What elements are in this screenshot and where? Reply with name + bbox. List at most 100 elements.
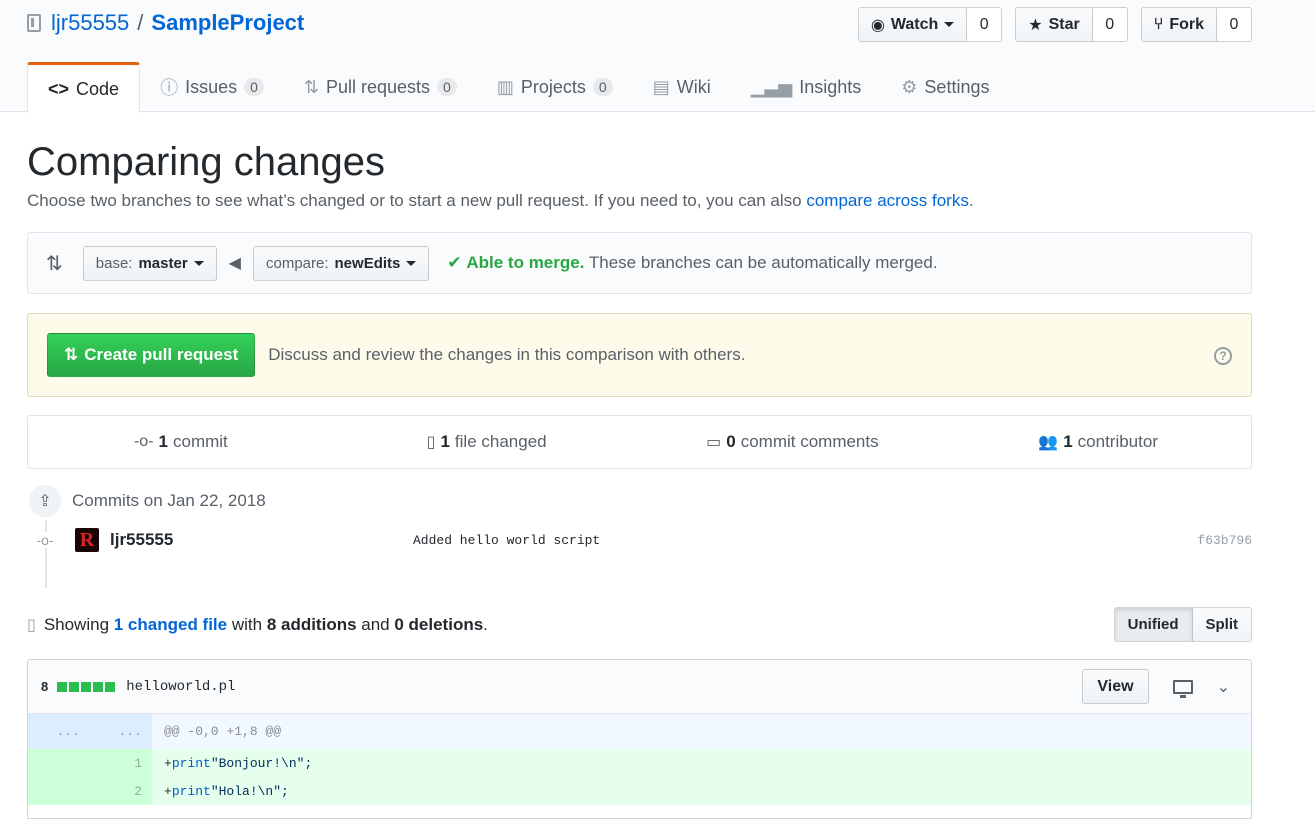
watch-button[interactable]: ◉ Watch	[858, 8, 968, 41]
fork-button-group: ⑂ Fork 0	[1140, 7, 1252, 42]
fork-icon: ⑂	[1153, 15, 1164, 33]
create-pull-request-button[interactable]: ⇅ Create pull request	[47, 333, 256, 377]
comments-label: commit comments	[740, 432, 879, 451]
hunk-header-row: ... ... @@ -0,0 +1,8 @@	[28, 714, 1251, 749]
hunk-expand-right[interactable]: ...	[90, 714, 152, 749]
base-branch-select[interactable]: base: master	[82, 245, 217, 281]
tab-issues-label: Issues	[185, 76, 238, 97]
summary-commits[interactable]: -o- 1 commit	[28, 416, 334, 468]
commit-icon: -o-	[133, 433, 154, 450]
toc-with: with	[227, 614, 267, 634]
help-icon[interactable]: ?	[1214, 347, 1232, 365]
issue-icon: ⓘ	[160, 78, 179, 98]
star-button[interactable]: ★ Star	[1016, 8, 1093, 41]
graph-icon: ▁▃▅	[750, 76, 793, 97]
summary-files[interactable]: ▯ 1 file changed	[334, 416, 640, 468]
comments-count: 0	[726, 432, 736, 451]
diffstat-block	[57, 681, 68, 692]
summary-contributors[interactable]: 👥 1 contributor	[945, 416, 1251, 468]
pull-request-icon: ⇅	[64, 345, 79, 364]
commit-group-date: Commits on Jan 22, 2018	[72, 491, 266, 510]
repo-owner-link[interactable]: ljr55555	[51, 10, 129, 36]
create-pr-label: Create pull request	[84, 345, 239, 364]
pr-description: Discuss and review the changes in this c…	[268, 345, 746, 364]
compare-branch-select[interactable]: compare: newEdits	[252, 245, 430, 281]
deletions-count: 0 deletions	[394, 614, 484, 634]
fork-button[interactable]: ⑂ Fork	[1141, 8, 1217, 41]
check-icon: ✔	[447, 253, 462, 272]
toc-end: .	[483, 614, 488, 634]
summary-comments[interactable]: ▭ 0 commit comments	[640, 416, 946, 468]
chevron-down-icon[interactable]: ⌄	[1217, 677, 1230, 697]
view-file-button[interactable]: View	[1082, 669, 1149, 704]
watch-count[interactable]: 0	[967, 8, 1002, 41]
new-line-number[interactable]: 1	[90, 749, 152, 777]
caret-down-icon	[193, 260, 204, 266]
unified-button[interactable]: Unified	[1114, 608, 1193, 641]
code-keyword: print	[171, 783, 211, 799]
file-header: 8 helloworld.pl View ⌄	[28, 660, 1251, 714]
additions-count: 8 additions	[266, 614, 357, 634]
code-keyword: print	[171, 755, 211, 771]
file-diff-icon: ▯	[426, 434, 436, 451]
commits-label: commit	[173, 432, 228, 451]
repo-name-link[interactable]: SampleProject	[151, 10, 304, 36]
fork-count[interactable]: 0	[1217, 8, 1251, 41]
tab-code[interactable]: <> Code	[27, 62, 141, 113]
merge-status: ✔ Able to merge. These branches can be a…	[447, 253, 937, 273]
commit-author-link[interactable]: ljr55555	[110, 530, 173, 550]
compare-forks-link[interactable]: compare across forks	[806, 191, 969, 210]
comment-icon: ▭	[706, 434, 722, 451]
caret-down-icon	[944, 22, 955, 27]
tab-insights[interactable]: ▁▃▅ Insights	[731, 62, 882, 112]
repo-actions: ◉ Watch 0 ★ Star 0 ⑂ Fork 0	[857, 7, 1252, 42]
split-button[interactable]: Split	[1192, 608, 1251, 641]
eye-icon: ◉	[870, 16, 885, 34]
tab-projects-label: Projects	[520, 76, 586, 97]
tab-code-label: Code	[76, 78, 120, 99]
pulls-counter: 0	[437, 78, 457, 96]
files-count: 1	[440, 432, 450, 451]
issues-counter: 0	[244, 78, 264, 96]
file-diff: 8 helloworld.pl View ⌄ ... ... @@ -0,0 +…	[27, 659, 1252, 819]
new-line-number[interactable]: 2	[90, 777, 152, 805]
tab-insights-label: Insights	[799, 76, 862, 97]
diff-line: 2 + print "Hola!\n";	[28, 777, 1251, 805]
diff-line: 1 + print "Bonjour!\n";	[28, 749, 1251, 777]
diff-code: + print "Hola!\n";	[152, 777, 1251, 805]
git-compare-icon[interactable]: ⇅	[46, 251, 63, 276]
file-name-link[interactable]: helloworld.pl	[126, 679, 235, 695]
changed-files-link[interactable]: 1 changed file	[114, 615, 227, 634]
repo-push-icon: ⇪	[27, 483, 63, 519]
tab-issues[interactable]: ⓘ Issues 0	[140, 62, 284, 112]
code-string: "Hola!\n";	[210, 783, 289, 799]
tab-pull-requests[interactable]: ⇅ Pull requests 0	[284, 62, 477, 112]
compare-label: compare:	[265, 254, 329, 272]
star-icon: ★	[1028, 16, 1043, 34]
diff-summary: Showing 1 changed file with 8 additions …	[44, 615, 488, 635]
diffstat-block	[93, 681, 104, 692]
file-actions: View ⌄	[1082, 669, 1238, 704]
tab-wiki[interactable]: ▤ Wiki	[633, 62, 731, 112]
tab-settings-label: Settings	[924, 76, 990, 97]
compare-branch-name: newEdits	[334, 254, 401, 272]
diff-toc: ▯ Showing 1 changed file with 8 addition…	[27, 607, 1252, 642]
page-subtitle: Choose two branches to see what’s change…	[27, 191, 974, 211]
commit-sha-link[interactable]: f63b796	[1197, 533, 1252, 548]
pull-request-icon: ⇅	[303, 76, 319, 97]
arrow-left-icon: ◀	[228, 255, 241, 272]
hunk-expand-left[interactable]: ...	[28, 714, 90, 749]
tab-projects[interactable]: ▥ Projects 0	[477, 62, 633, 112]
tab-settings[interactable]: ⚙ Settings	[881, 62, 1009, 112]
tab-wiki-label: Wiki	[676, 76, 711, 97]
display-icon[interactable]	[1172, 679, 1193, 698]
diff-view-toggle: Unified Split	[1113, 607, 1252, 642]
project-icon: ▥	[496, 76, 514, 97]
book-icon: ▤	[652, 76, 670, 97]
commit-message-link[interactable]: Added hello world script	[413, 533, 600, 548]
subtitle-text: Choose two branches to see what’s change…	[27, 191, 807, 210]
avatar[interactable]: R	[75, 528, 99, 552]
repo-title: ljr55555 / SampleProject	[27, 10, 304, 36]
toc-and: and	[356, 614, 395, 634]
star-count[interactable]: 0	[1092, 8, 1127, 41]
